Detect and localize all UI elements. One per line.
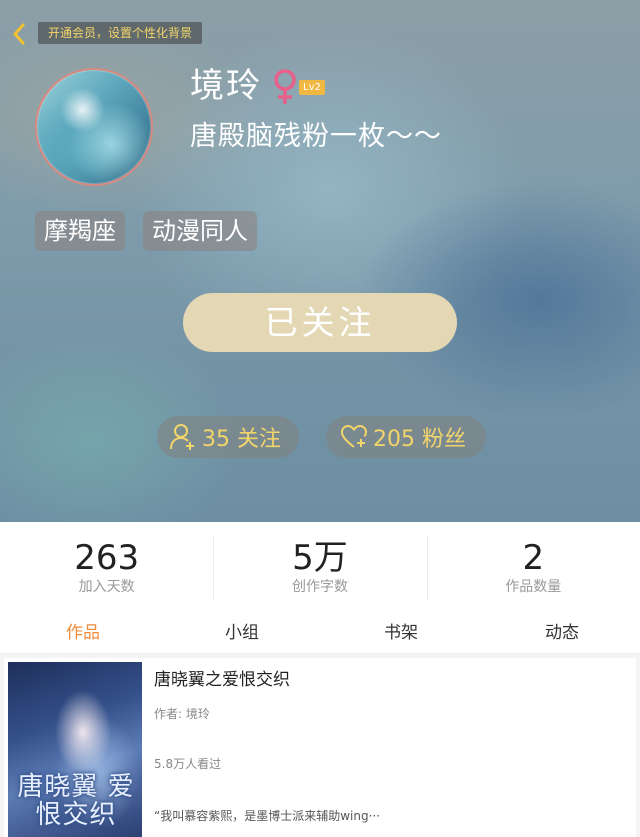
level-badge: Lv2 bbox=[299, 80, 325, 95]
book-view-count: 5.8万人看过 bbox=[154, 757, 222, 771]
fans-button[interactable]: 205 粉丝 bbox=[326, 416, 486, 458]
works-list: 唐晓翼 爱恨交织 唐晓翼之爱恨交织 作者: 境玲 5.8万人看过 “我叫慕容紫熙… bbox=[0, 654, 640, 837]
fans-label: 205 粉丝 bbox=[373, 427, 466, 452]
stats-bar: 263 加入天数 5万 创作字数 2 作品数量 bbox=[0, 522, 640, 614]
stat-works-count: 2 作品数量 bbox=[426, 522, 640, 614]
vip-background-banner[interactable]: 开通会员，设置个性化背景 bbox=[38, 22, 203, 44]
tab-groups[interactable]: 小组 bbox=[166, 614, 318, 653]
book-author: 作者: 境玲 bbox=[154, 707, 210, 721]
stat-value: 2 bbox=[522, 538, 545, 578]
stat-label: 创作字数 bbox=[291, 579, 348, 595]
female-symbol-icon bbox=[274, 69, 296, 104]
user-signature: 唐殿脑残粉一枚～～ bbox=[190, 121, 442, 152]
stat-label: 作品数量 bbox=[505, 579, 562, 595]
stat-value: 263 bbox=[74, 538, 140, 578]
stat-label: 加入天数 bbox=[78, 579, 135, 595]
profile-tabs: 作品 小组 书架 动态 bbox=[0, 614, 640, 654]
following-button[interactable]: 35 关注 bbox=[157, 416, 299, 458]
heart-plus-icon bbox=[340, 424, 368, 448]
user-plus-icon bbox=[170, 424, 194, 450]
tag-list: 摩羯座 动漫同人 bbox=[35, 211, 257, 251]
back-button[interactable] bbox=[8, 22, 30, 46]
tag-item[interactable]: 摩羯座 bbox=[35, 211, 125, 251]
tab-activity[interactable]: 动态 bbox=[484, 614, 640, 653]
avatar[interactable] bbox=[35, 68, 153, 186]
username: 境玲 bbox=[190, 66, 262, 106]
chevron-left-icon bbox=[13, 23, 25, 45]
book-cover-title: 唐晓翼 爱恨交织 bbox=[17, 772, 135, 830]
book-card[interactable]: 唐晓翼 爱恨交织 唐晓翼之爱恨交织 作者: 境玲 5.8万人看过 “我叫慕容紫熙… bbox=[4, 658, 636, 837]
book-excerpt: “我叫慕容紫熙，是墨博士派来辅助wing··· bbox=[154, 809, 381, 823]
following-label: 35 关注 bbox=[202, 427, 281, 452]
follow-button[interactable]: 已关注 bbox=[183, 293, 457, 352]
book-cover[interactable]: 唐晓翼 爱恨交织 bbox=[8, 662, 142, 837]
tab-bookshelf[interactable]: 书架 bbox=[318, 614, 484, 653]
profile-header: 开通会员，设置个性化背景 境玲 Lv2 唐殿脑残粉一枚～～ 摩羯座 动漫同人 已… bbox=[0, 0, 640, 522]
tag-item[interactable]: 动漫同人 bbox=[143, 211, 257, 251]
tab-works[interactable]: 作品 bbox=[0, 614, 166, 653]
stat-join-days: 263 加入天数 bbox=[0, 522, 213, 614]
book-title[interactable]: 唐晓翼之爱恨交织 bbox=[154, 668, 290, 692]
stat-word-count: 5万 创作字数 bbox=[213, 522, 426, 614]
stat-value: 5万 bbox=[292, 538, 348, 578]
